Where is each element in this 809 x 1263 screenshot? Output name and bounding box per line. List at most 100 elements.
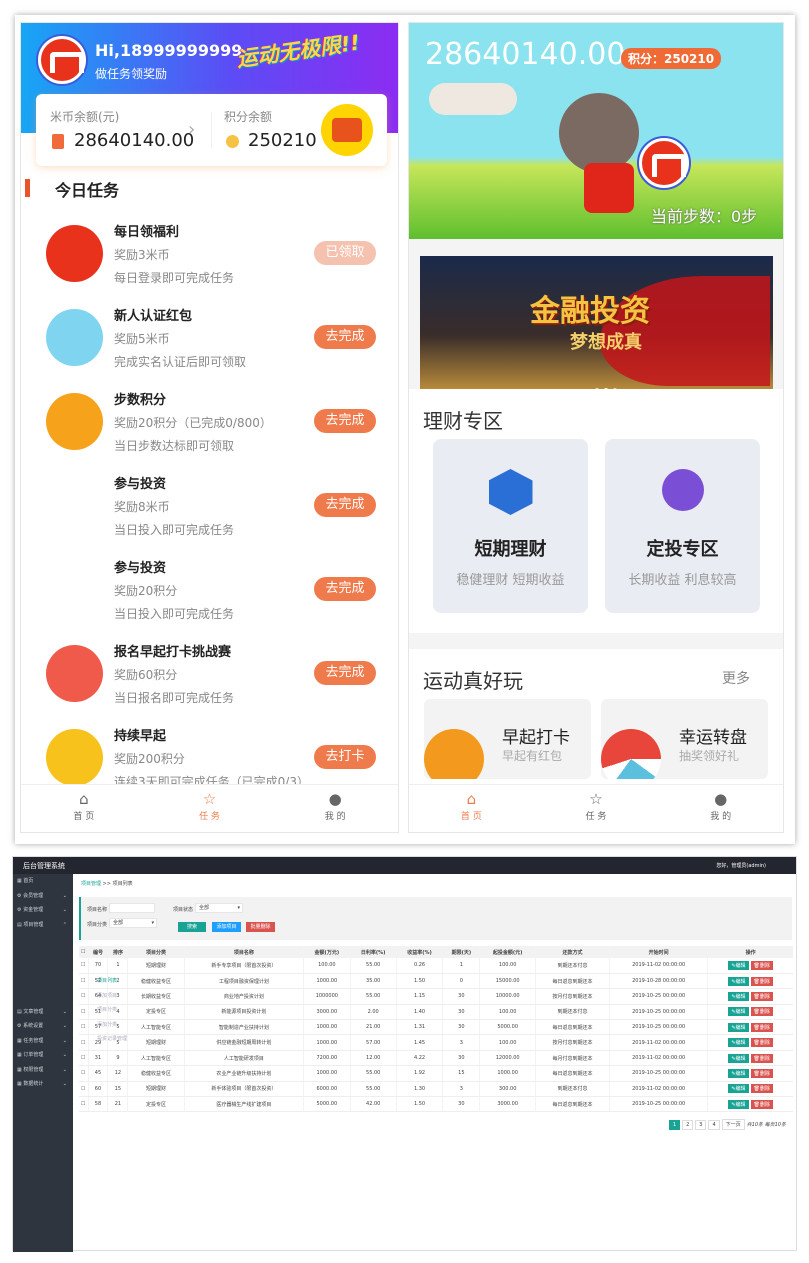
sidebar-item[interactable]: ⚙ 资金管理 ⌄: [13, 903, 73, 918]
mascot-body: [584, 163, 634, 213]
delete-button[interactable]: 🗑删除: [750, 976, 773, 986]
edit-button[interactable]: ✎编辑: [728, 1022, 749, 1032]
sidebar-item[interactable]: ▦ 任务管理 ⌄: [13, 1034, 73, 1049]
page-button[interactable]: 下一页: [721, 1119, 745, 1130]
sidebar-item[interactable]: ▤ 文章管理 ⌄: [13, 1005, 73, 1020]
table-cell: 新手专享项目（限首次投资）: [183, 958, 304, 974]
app-logo-icon: [38, 36, 86, 84]
nav-item[interactable]: ☆ 任 务: [147, 785, 273, 832]
fixed-investment-card[interactable]: 定投专区 长期收益 利息较高: [605, 439, 760, 613]
sidebar-item[interactable]: ⚙ 系统设置 ⌄: [13, 1019, 73, 1034]
nav-item[interactable]: ⌂ 首 页: [21, 785, 147, 832]
category-filter-label: 项目分类: [87, 922, 108, 928]
sidebar-item[interactable]: ▦ 数据统计 ⌄: [13, 1077, 73, 1092]
task-action-button[interactable]: 去完成: [314, 325, 376, 349]
batch-delete-button[interactable]: 批量删除: [246, 922, 275, 932]
money-bag-icon: [46, 729, 103, 786]
breadcrumb-link[interactable]: 项目管理: [81, 881, 101, 887]
delete-button[interactable]: 🗑删除: [750, 1084, 773, 1094]
table-cell: 智能制造产业扶持计划: [183, 1019, 304, 1036]
table-cell: 1000000: [303, 988, 350, 1005]
sidebar-item[interactable]: ⚙ 会员管理 ⌄: [13, 889, 73, 904]
sidebar-label: 首页: [23, 878, 34, 884]
treasure-chest-icon[interactable]: [321, 104, 373, 156]
lucky-wheel-card[interactable]: 幸运转盘 抽奖领好礼: [601, 699, 768, 779]
edit-button[interactable]: ✎编辑: [728, 1038, 749, 1048]
carousel-dots[interactable]: [595, 377, 622, 389]
page-button[interactable]: 1: [668, 1119, 681, 1130]
task-title: 每日领福利: [114, 225, 180, 240]
page-button[interactable]: 2: [682, 1119, 694, 1130]
table-cell: 新手体验项目（限首次投资）: [183, 1081, 304, 1098]
category-filter-select[interactable]: 全部 ▾: [109, 918, 157, 928]
card-name: 幸运转盘: [679, 728, 747, 748]
row-checkbox[interactable]: ☐: [79, 958, 89, 974]
task-item: 参与投资 奖励8米币 当日投入即可完成任务 去完成: [21, 465, 398, 549]
sidebar-item[interactable]: ▤ 项目管理 ⌃: [13, 918, 73, 933]
task-action-button[interactable]: 去完成: [314, 577, 376, 601]
task-action-button[interactable]: 去打卡: [314, 745, 376, 769]
delete-button[interactable]: 🗑删除: [750, 1068, 773, 1078]
add-project-button[interactable]: 添加项目: [212, 922, 241, 932]
checkbox[interactable]: ☐: [81, 949, 85, 955]
row-checkbox[interactable]: ☐: [79, 1004, 89, 1021]
banner-carousel[interactable]: 金融投资 梦想成真: [420, 256, 773, 389]
admin-user-menu[interactable]: 您好，管理员(admin): [716, 862, 766, 869]
task-title: 持续早起: [114, 729, 167, 744]
sidebar-item[interactable]: ▦ 订单管理 ⌄: [13, 1048, 73, 1063]
delete-button[interactable]: 🗑删除: [750, 1053, 773, 1063]
edit-button[interactable]: ✎编辑: [728, 1068, 749, 1078]
delete-button[interactable]: 🗑删除: [750, 991, 773, 1001]
chevron-right-icon[interactable]: ›: [188, 119, 195, 140]
task-title: 报名早起打卡挑战赛: [114, 645, 232, 660]
points-value: 250210: [248, 130, 317, 151]
row-checkbox[interactable]: ☐: [79, 1065, 89, 1082]
coin-label: 米币余额(元): [50, 110, 120, 124]
sidebar-item[interactable]: ▦ 首页: [13, 874, 73, 889]
nav-item[interactable]: ● 我 的: [658, 785, 783, 832]
nav-item[interactable]: ⌂ 首 页: [409, 785, 534, 832]
row-checkbox[interactable]: ☐: [79, 1034, 89, 1051]
task-action-button[interactable]: 去完成: [314, 493, 376, 517]
row-checkbox[interactable]: ☐: [79, 988, 89, 1005]
task-action-button[interactable]: 去完成: [314, 661, 376, 685]
points-badge: 积分：250210: [621, 48, 722, 69]
row-checkbox[interactable]: ☐: [79, 1081, 89, 1098]
more-link[interactable]: 更多: [722, 668, 750, 688]
delete-button[interactable]: 🗑删除: [750, 1099, 773, 1109]
status-filter-select[interactable]: 全部 ▾: [195, 903, 243, 913]
morning-checkin-card[interactable]: 早起打卡 早起有红包: [424, 699, 591, 779]
edit-button[interactable]: ✎编辑: [728, 1053, 749, 1063]
name-filter-input[interactable]: [109, 903, 155, 913]
edit-button[interactable]: ✎编辑: [728, 1084, 749, 1094]
short-term-finance-card[interactable]: 短期理财 稳健理财 短期收益: [433, 439, 588, 613]
row-checkbox[interactable]: ☐: [79, 973, 89, 990]
edit-button[interactable]: ✎编辑: [728, 1007, 749, 1017]
page-button[interactable]: 3: [695, 1119, 707, 1130]
page-button[interactable]: 4: [708, 1119, 720, 1130]
edit-button[interactable]: ✎编辑: [728, 976, 749, 986]
task-action-button[interactable]: 去完成: [314, 409, 376, 433]
nav-item[interactable]: ☆ 任 务: [534, 785, 659, 832]
edit-button[interactable]: ✎编辑: [728, 1099, 749, 1109]
table-cell: 每日返息到期还本: [534, 1065, 610, 1082]
delete-button[interactable]: 🗑删除: [750, 1022, 773, 1032]
nav-label: 我 的: [324, 812, 346, 822]
task-action-button[interactable]: 已领取: [314, 241, 376, 265]
edit-button[interactable]: ✎编辑: [728, 991, 749, 1001]
delete-button[interactable]: 🗑删除: [750, 1038, 773, 1048]
delete-button[interactable]: 🗑删除: [750, 960, 773, 970]
delete-button[interactable]: 🗑删除: [750, 1007, 773, 1017]
column-header: 日利率(%): [349, 946, 397, 958]
search-button[interactable]: 搜索: [178, 922, 206, 932]
row-checkbox[interactable]: ☐: [79, 1019, 89, 1036]
sidebar-item[interactable]: ▦ 权限管理 ⌄: [13, 1063, 73, 1078]
row-checkbox[interactable]: ☐: [79, 1096, 89, 1113]
nav-item[interactable]: ● 我 的: [272, 785, 398, 832]
table-cell: 100.00: [303, 958, 350, 974]
edit-button[interactable]: ✎编辑: [728, 960, 749, 970]
row-checkbox[interactable]: ☐: [79, 1050, 89, 1067]
table-cell: 农业产业链升级扶持计划: [183, 1065, 304, 1082]
balance-card[interactable]: 米币余额(元) 28640140.00 › 积分余额 250210: [36, 94, 387, 166]
card-desc: 稳健理财 短期收益: [456, 573, 565, 588]
